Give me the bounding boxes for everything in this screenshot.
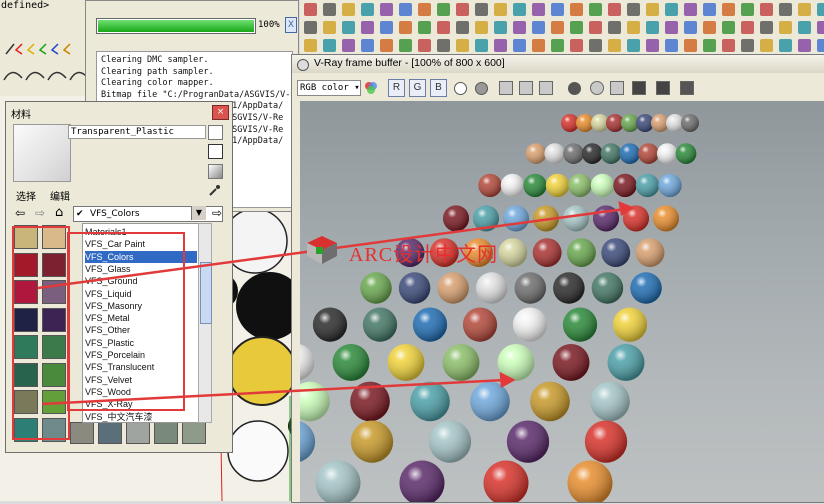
arc-logo-icon [307,236,337,264]
watermark-text: ARC设计中文网 [349,244,499,266]
watermark: ARC设计中文网 [305,232,545,272]
